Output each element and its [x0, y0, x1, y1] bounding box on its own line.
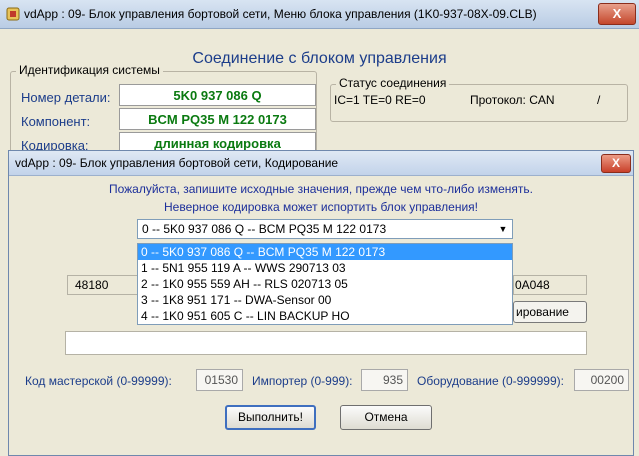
background-titlebar[interactable]: vdApp : 09- Блок управления бортовой сет…	[0, 0, 639, 29]
module-dropdown-list[interactable]: 0 -- 5K0 937 086 Q -- BCM PQ35 M 122 017…	[137, 243, 513, 325]
status-slash: /	[597, 93, 601, 107]
identification-group-label: Идентификация системы	[16, 63, 163, 77]
equipment-field[interactable]: 00200	[574, 369, 629, 391]
part-number-value: 5K0 937 086 Q	[119, 84, 316, 106]
coding-button-label: ирование	[516, 305, 569, 319]
background-close-button[interactable]: X	[598, 3, 636, 25]
cancel-button[interactable]: Отмена	[340, 405, 432, 430]
equipment-label: Оборудование (0-999999):	[417, 374, 564, 388]
connection-status-text: IC=1 TE=0 RE=0	[334, 93, 426, 107]
partial-left-value: 48180	[75, 278, 109, 292]
importer-label: Импортер (0-999):	[252, 374, 353, 388]
component-label: Компонент:	[21, 114, 91, 129]
dropdown-option[interactable]: 4 -- 1K0 951 605 C -- LIN BACKUP HO	[138, 308, 512, 324]
instruction-line-2: Неверное кодировка может испортить блок …	[164, 200, 478, 214]
instruction-line-1: Пожалуйста, запишите исходные значения, …	[108, 182, 533, 196]
dropdown-option[interactable]: 3 -- 1K8 951 171 -- DWA-Sensor 00	[138, 292, 512, 308]
part-number-label: Номер детали:	[21, 90, 111, 105]
dialog-titlebar[interactable]: vdApp : 09- Блок управления бортовой сет…	[9, 151, 633, 176]
app-icon	[6, 7, 20, 21]
dialog-title: vdApp : 09- Блок управления бортовой сет…	[15, 156, 339, 170]
dialog-close-button[interactable]: X	[601, 154, 631, 173]
dropdown-option[interactable]: 2 -- 1K0 955 559 AH -- RLS 020713 05	[138, 276, 512, 292]
dropdown-option[interactable]: 0 -- 5K0 937 086 Q -- BCM PQ35 M 122 017…	[138, 244, 512, 260]
importer-field[interactable]: 935	[361, 369, 408, 391]
execute-button[interactable]: Выполнить!	[225, 405, 316, 430]
module-select-combo[interactable]: 0 -- 5K0 937 086 Q -- BCM PQ35 M 122 017…	[137, 219, 513, 239]
background-window-title: vdApp : 09- Блок управления бортовой сет…	[24, 7, 537, 21]
workshop-code-field[interactable]: 01530	[196, 369, 243, 391]
module-select-value: 0 -- 5K0 937 086 Q -- BCM PQ35 M 122 017…	[142, 222, 387, 236]
long-coding-field[interactable]	[65, 331, 587, 355]
connection-status-label: Статус соединения	[336, 76, 450, 90]
partial-right-value: 0A048	[515, 278, 550, 292]
workshop-code-label: Код мастерской (0-99999):	[25, 374, 172, 388]
dropdown-option[interactable]: 1 -- 5N1 955 119 A -- WWS 290713 03	[138, 260, 512, 276]
protocol-text: Протокол: CAN	[470, 93, 555, 107]
coding-dialog: vdApp : 09- Блок управления бортовой сет…	[8, 150, 634, 456]
component-value: BCM PQ35 M 122 0173	[119, 108, 316, 130]
chevron-down-icon[interactable]: ▼	[497, 223, 509, 235]
